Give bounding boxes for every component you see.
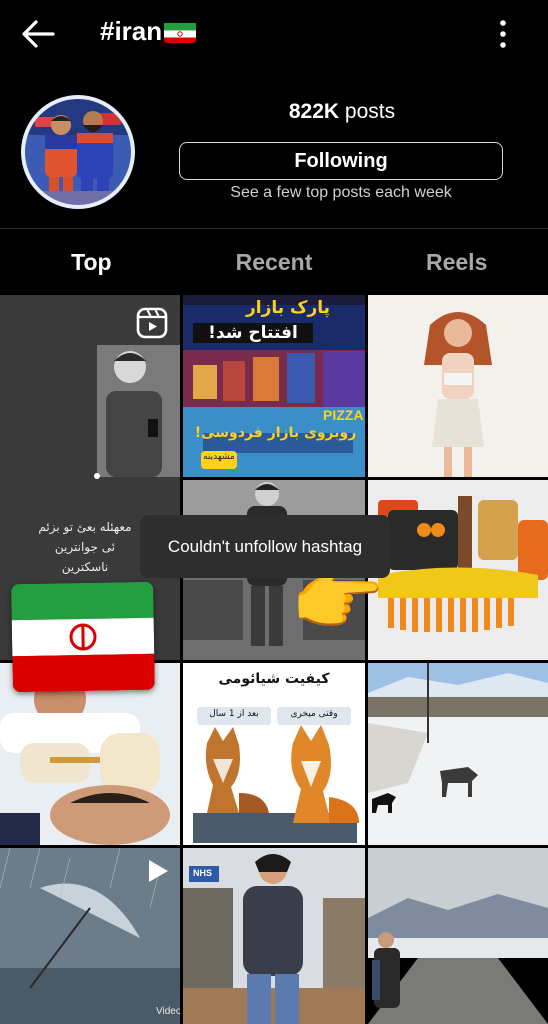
iran-flag-sticker bbox=[11, 581, 155, 693]
post-count: 822K posts bbox=[180, 100, 504, 124]
top-bar: #iran bbox=[0, 0, 548, 66]
more-options-button[interactable] bbox=[490, 18, 516, 50]
tile-caption: معهئله بعئ تو بزئم ئی جوانترین ناسکترین bbox=[38, 520, 132, 574]
toast-message: Couldn't unfollow hashtag bbox=[140, 515, 390, 578]
posts-number: 822K bbox=[288, 100, 340, 123]
posts-label: posts bbox=[344, 100, 396, 123]
tile-sign: PIZZA bbox=[323, 407, 364, 423]
post-tile[interactable]: کیفیت شیائومی بعد از 1 سال وقتی میخری bbox=[183, 663, 365, 845]
video-icon bbox=[149, 860, 168, 882]
arrow-left-icon bbox=[22, 20, 55, 48]
post-tile[interactable] bbox=[368, 480, 548, 660]
tile-headline: پارک بازار bbox=[245, 298, 331, 318]
video-watermark: Video bbox=[156, 1006, 180, 1017]
iran-flag-icon bbox=[164, 21, 197, 43]
tile-label-left: بعد از 1 سال bbox=[209, 709, 259, 719]
tile-label-right: وقتی میخری bbox=[290, 709, 338, 719]
hashtag-title: #iran bbox=[100, 16, 163, 46]
page-title: #iran bbox=[100, 16, 197, 47]
post-tile[interactable] bbox=[368, 848, 548, 1024]
tile-bottom-text: روبروی بازار فردوسی! bbox=[194, 425, 357, 441]
reel-icon bbox=[136, 307, 168, 339]
tab-top[interactable]: Top bbox=[0, 229, 183, 295]
tile-headline: کیفیت شیائومی bbox=[218, 671, 330, 687]
post-tile[interactable]: پارک بازار افتتاح شد! PIZZA روبروی بازار… bbox=[183, 295, 365, 477]
back-button[interactable] bbox=[20, 18, 56, 50]
follow-subtext: See a few top posts each week bbox=[230, 184, 452, 201]
tile-tag: مشهدینه bbox=[203, 452, 235, 462]
more-vertical-icon bbox=[500, 20, 506, 48]
hashtag-avatar bbox=[21, 95, 135, 209]
post-tile[interactable] bbox=[368, 295, 548, 477]
tab-reels[interactable]: Reels bbox=[365, 229, 548, 295]
post-tile[interactable]: NHS bbox=[183, 848, 365, 1024]
tab-recent[interactable]: Recent bbox=[183, 229, 366, 295]
following-button[interactable]: Following bbox=[179, 142, 503, 180]
tile-sign: NHS bbox=[193, 868, 213, 878]
tile-headline-2: افتتاح شد! bbox=[193, 323, 313, 343]
post-tile[interactable] bbox=[368, 663, 548, 845]
tab-bar: Top Recent Reels bbox=[0, 229, 548, 295]
post-tile[interactable]: Video bbox=[0, 848, 180, 1024]
